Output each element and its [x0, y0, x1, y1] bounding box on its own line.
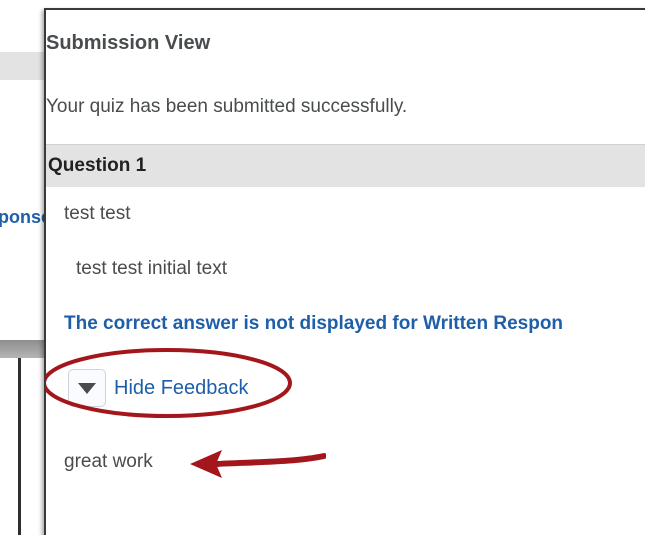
question-label: Question 1: [48, 155, 147, 176]
page-title: Submission View: [46, 32, 211, 54]
background-header-band: [0, 52, 50, 80]
written-response-text: test test initial text: [76, 258, 228, 279]
feedback-text: great work: [64, 451, 153, 472]
caret-down-icon: [78, 382, 96, 394]
arrow-annotation: [190, 450, 326, 478]
screenshot-stage: ponse Submission View Your quiz has been…: [0, 0, 645, 535]
feedback-toggle-button[interactable]: [68, 369, 106, 407]
question-text: test test: [64, 203, 131, 224]
submission-view-window: Submission View Your quiz has been submi…: [44, 8, 645, 535]
hide-feedback-toggle[interactable]: Hide Feedback: [68, 368, 249, 408]
background-lower-frame: [0, 358, 21, 535]
correct-answer-note: The correct answer is not displayed for …: [64, 313, 564, 334]
hide-feedback-label[interactable]: Hide Feedback: [114, 377, 249, 400]
question-header: Question 1: [46, 144, 645, 187]
background-footer-bar: [0, 340, 48, 358]
success-message: Your quiz has been submitted successfull…: [46, 96, 408, 117]
